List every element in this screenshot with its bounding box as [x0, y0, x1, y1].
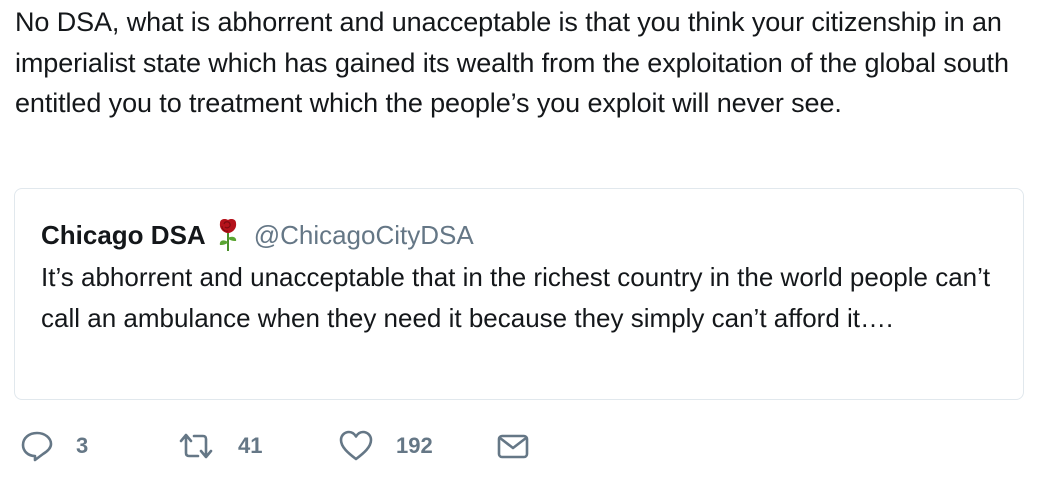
quoted-tweet-author-name[interactable]: Chicago DSA [41, 220, 206, 251]
retweet-count: 41 [238, 433, 263, 458]
heart-icon [338, 429, 374, 463]
tweet-actions-bar: 3 41 192 [20, 424, 530, 468]
envelope-icon [496, 429, 530, 463]
tweet-page: { "tweet": { "text": "No DSA, what is ab… [0, 0, 1054, 486]
quoted-tweet-handle[interactable]: @ChicagoCityDSA [254, 220, 474, 251]
like-button[interactable]: 192 [338, 429, 496, 463]
reply-count: 3 [76, 433, 89, 458]
like-count: 192 [396, 433, 433, 458]
quoted-tweet-card[interactable]: Chicago DSA @ChicagoCityDSA It’s abhorre… [14, 188, 1024, 400]
reply-button[interactable]: 3 [20, 429, 176, 463]
retweet-icon [176, 429, 216, 463]
retweet-button[interactable]: 41 [176, 429, 338, 463]
direct-message-button[interactable] [496, 429, 530, 463]
tweet-text: No DSA, what is abhorrent and unacceptab… [15, 7, 1009, 118]
reply-icon [20, 429, 54, 463]
quoted-tweet-text: It’s abhorrent and unacceptable that in … [41, 262, 991, 333]
quoted-tweet-header: Chicago DSA @ChicagoCityDSA [41, 215, 474, 255]
rose-icon [216, 218, 240, 252]
